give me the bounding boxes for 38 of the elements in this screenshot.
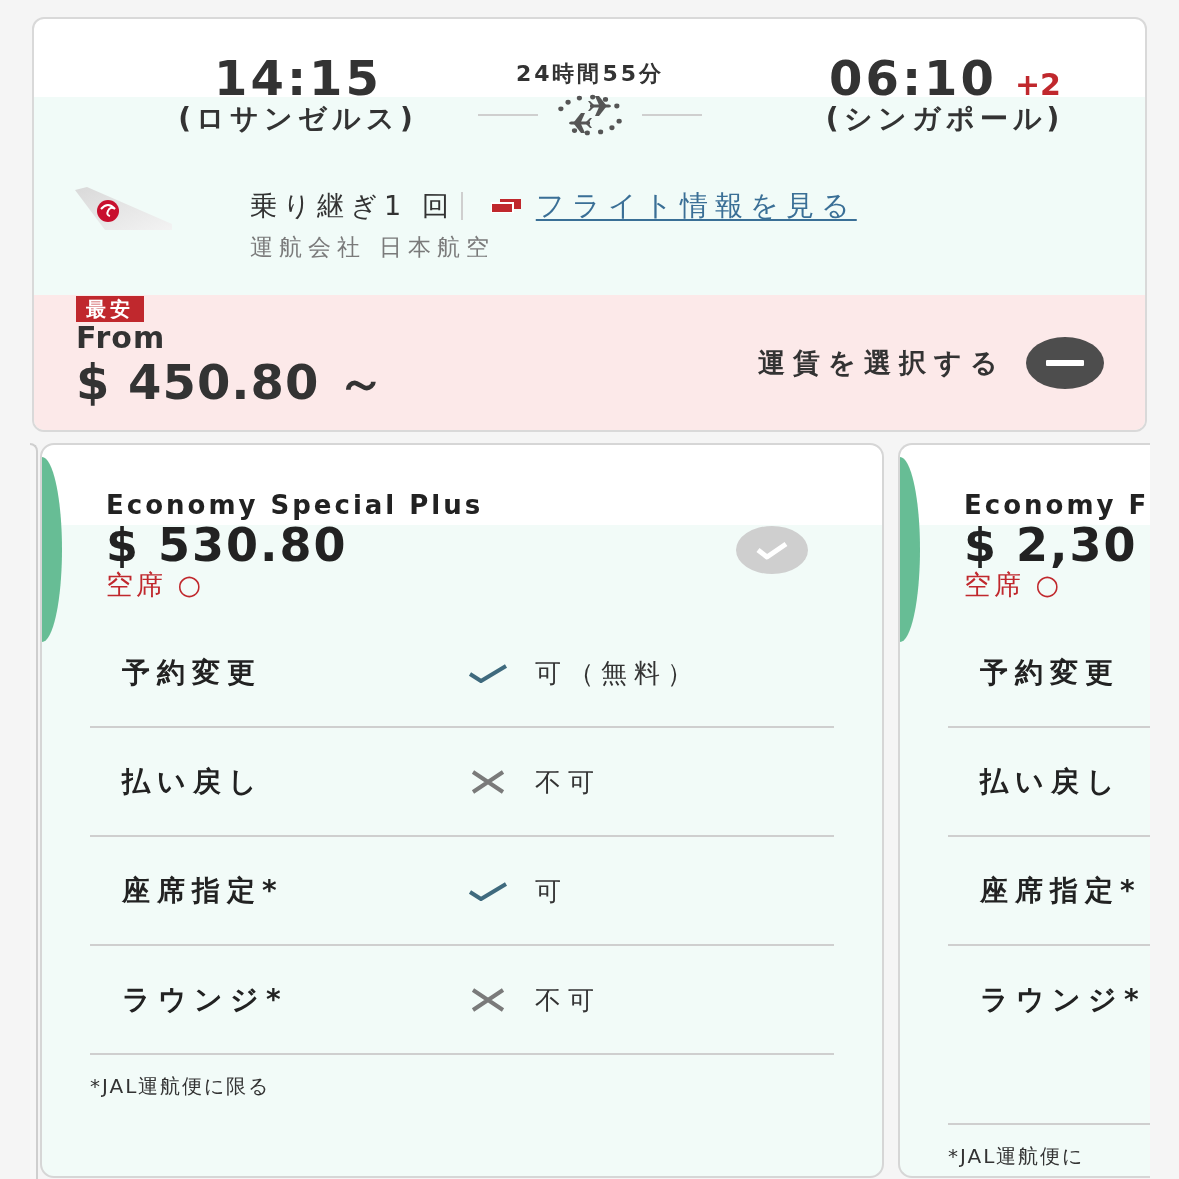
day-offset: +2 xyxy=(1014,68,1061,102)
seat-availability: 空席 ○ xyxy=(964,570,1063,600)
rule-label: 予約変更 xyxy=(980,656,1120,689)
rule-value: 可（無料） xyxy=(535,657,700,688)
footnote: *JAL運航便に xyxy=(948,1143,1085,1169)
cheapest-badge: 最安 xyxy=(76,296,144,322)
footnote: *JAL運航便に限る xyxy=(90,1073,271,1099)
rule-label: 払い戻し xyxy=(122,765,264,798)
minus-icon xyxy=(1046,359,1084,366)
rule-label: ラウンジ* xyxy=(122,983,288,1016)
rule-value: 不可 xyxy=(535,766,601,797)
check-icon xyxy=(755,540,789,560)
fare-name: Economy Special Plus xyxy=(106,490,484,520)
rule-label: 座席指定* xyxy=(122,874,284,907)
operator-text: 運航会社 日本航空 xyxy=(250,233,496,261)
fare-name: Economy F xyxy=(964,490,1150,520)
fare-price: $ 530.80 xyxy=(106,520,348,570)
rule-label: 払い戻し xyxy=(980,765,1122,798)
select-fare-label: 運賃を選択する xyxy=(758,346,1006,379)
arrival-time: 06:10 xyxy=(829,52,997,104)
rule-value: 可 xyxy=(535,875,568,906)
departure-time: 14:15 xyxy=(214,52,382,104)
stacked-windows-icon xyxy=(490,199,521,213)
lowest-price: $ 450.80 ～ xyxy=(76,354,387,410)
rule-label: 座席指定* xyxy=(980,874,1142,907)
tail-logo-icon xyxy=(75,187,172,230)
rule-value: 不可 xyxy=(535,984,601,1015)
flight-duration: 24時間55分 xyxy=(515,61,665,87)
planes-icon xyxy=(555,94,625,136)
transfer-count: 乗り継ぎ1 回 xyxy=(250,190,455,222)
flight-info-link[interactable]: フライト情報を見る xyxy=(535,189,857,223)
rule-label: 予約変更 xyxy=(122,656,262,689)
departure-city: (ロサンゼルス) xyxy=(178,104,418,134)
from-label: From xyxy=(76,322,166,354)
arrival-city: (シンガポール) xyxy=(825,104,1065,134)
rule-label: ラウンジ* xyxy=(980,983,1146,1016)
fare-price: $ 2,30 xyxy=(964,520,1138,570)
seat-availability: 空席 ○ xyxy=(106,570,205,600)
